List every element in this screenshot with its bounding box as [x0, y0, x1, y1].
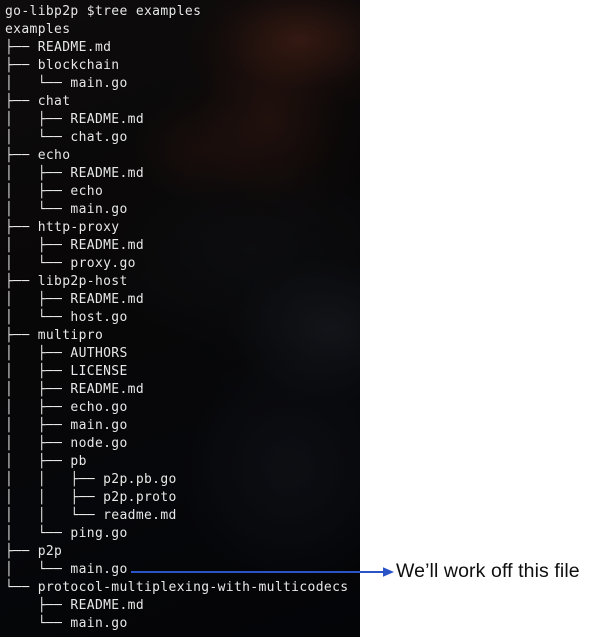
terminal-line: │ ├── README.md: [5, 112, 145, 127]
terminal-line: │ ├── README.md: [5, 292, 145, 307]
terminal-line: ├── README.md: [5, 40, 112, 55]
terminal-line: │ ├── README.md: [5, 382, 145, 397]
terminal-line: │ │ ├── p2p.pb.go: [5, 472, 177, 487]
terminal-line: ├── README.md: [5, 598, 145, 613]
terminal-line: │ ├── README.md: [5, 166, 145, 181]
terminal-line: go-libp2p $tree examples: [5, 4, 202, 19]
terminal-line: ├── p2p: [5, 544, 63, 559]
terminal-line: examples: [5, 22, 71, 37]
terminal-line: └── main.go: [5, 616, 128, 631]
terminal-line: │ ├── README.md: [5, 238, 145, 253]
terminal-line: │ └── chat.go: [5, 130, 128, 145]
terminal-line: │ └── proxy.go: [5, 256, 136, 271]
terminal-line: │ ├── main.go: [5, 418, 128, 433]
terminal-line: │ ├── LICENSE: [5, 364, 128, 379]
arrow-head: [383, 567, 394, 577]
terminal-line: │ │ ├── p2p.proto: [5, 490, 177, 505]
terminal-line: │ └── ping.go: [5, 526, 128, 541]
terminal-line: ├── libp2p-host: [5, 274, 128, 289]
terminal-line: │ ├── echo: [5, 184, 104, 199]
terminal-line: ├── echo: [5, 148, 71, 163]
terminal-line: │ └── host.go: [5, 310, 128, 325]
terminal-line: │ └── main.go: [5, 562, 128, 577]
annotation-label: We’ll work off this file: [396, 560, 580, 582]
terminal-line: │ ├── pb: [5, 454, 87, 469]
terminal-line: ├── multipro: [5, 328, 104, 343]
terminal-tree-output: go-libp2p $tree examples examples ├── READ…: [0, 0, 360, 633]
terminal-line: │ ├── node.go: [5, 436, 128, 451]
terminal-line: │ │ └── readme.md: [5, 508, 177, 523]
terminal-line: │ └── main.go: [5, 76, 128, 91]
terminal-line: │ ├── AUTHORS: [5, 346, 128, 361]
terminal-line: │ └── main.go: [5, 202, 128, 217]
terminal-line: └── protocol-multiplexing-with-multicode…: [5, 580, 349, 595]
terminal-line: ├── http-proxy: [5, 220, 120, 235]
terminal-line: │ ├── echo.go: [5, 400, 128, 415]
terminal-window[interactable]: go-libp2p $tree examples examples ├── READ…: [0, 0, 360, 637]
terminal-line: ├── blockchain: [5, 58, 120, 73]
terminal-line: ├── chat: [5, 94, 71, 109]
